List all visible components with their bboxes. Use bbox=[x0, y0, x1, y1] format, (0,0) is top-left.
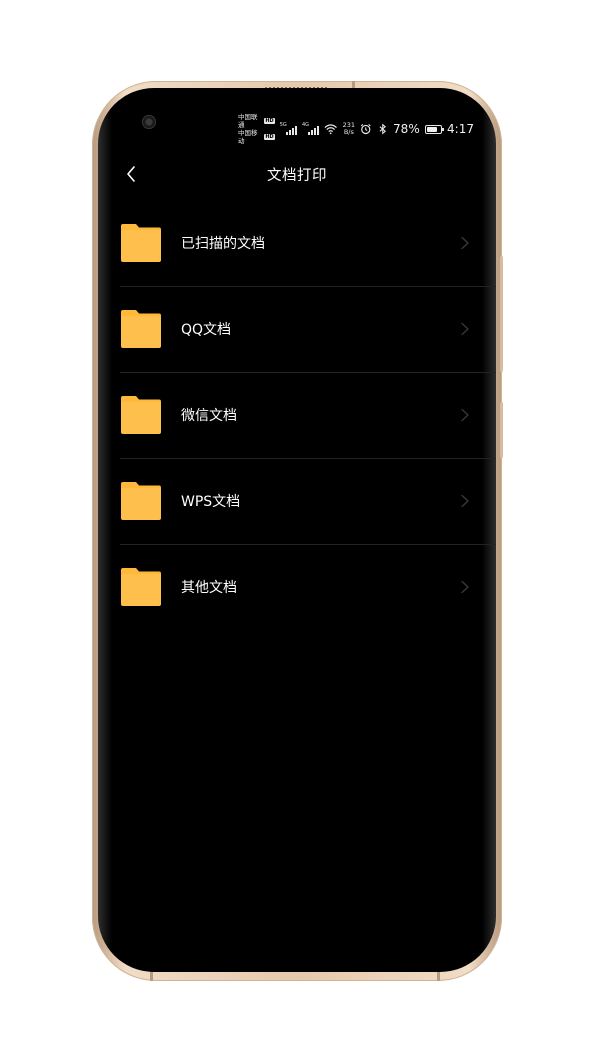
bluetooth-icon bbox=[379, 123, 386, 135]
network-speed: 231 B/s bbox=[343, 122, 355, 136]
battery-percent: 78% bbox=[393, 122, 420, 136]
folder-icon bbox=[121, 224, 161, 262]
chevron-right-icon bbox=[461, 236, 469, 250]
front-camera-icon bbox=[142, 115, 156, 129]
battery-nub bbox=[442, 127, 445, 131]
folder-icon bbox=[121, 310, 161, 348]
carrier-name: 中国联通 bbox=[237, 113, 258, 129]
hd-badge: HD bbox=[264, 134, 275, 140]
power-button bbox=[500, 402, 503, 458]
battery-fill bbox=[426, 126, 437, 132]
list-item-label: 微信文档 bbox=[181, 408, 237, 424]
chevron-right-icon bbox=[461, 494, 469, 508]
signal-5g-icon: 5G bbox=[280, 123, 297, 135]
carrier-name: 中国移动 bbox=[237, 129, 258, 145]
status-bar: 中国联通 HD 中国移动 HD 5G 4G 231 B/s 78% 4:17 bbox=[238, 113, 474, 145]
folder-icon bbox=[121, 568, 161, 606]
carrier-row: 中国联通 HD bbox=[238, 113, 275, 129]
page-title: 文档打印 bbox=[267, 168, 327, 184]
signal-4g-icon: 4G bbox=[302, 123, 320, 135]
chevron-right-icon bbox=[461, 408, 469, 422]
curved-edge-highlight bbox=[98, 88, 112, 972]
list-item[interactable]: WPS文档 bbox=[120, 458, 496, 544]
network-speed-unit: B/s bbox=[343, 128, 354, 136]
screen: 中国联通 HD 中国移动 HD 5G 4G 231 B/s 78% 4:17 文… bbox=[98, 88, 496, 972]
list-item[interactable]: QQ文档 bbox=[120, 286, 496, 372]
folder-icon bbox=[121, 396, 161, 434]
list-item-label: 已扫描的文档 bbox=[181, 236, 265, 252]
list-item-label: QQ文档 bbox=[181, 322, 232, 338]
volume-button bbox=[500, 256, 503, 372]
list-item-label: WPS文档 bbox=[181, 494, 241, 510]
battery-icon bbox=[424, 124, 445, 134]
carrier-info: 中国联通 HD 中国移动 HD bbox=[238, 113, 275, 145]
list-item[interactable]: 已扫描的文档 bbox=[120, 200, 496, 286]
wifi-icon bbox=[324, 124, 338, 135]
signal-bars bbox=[285, 126, 297, 135]
folder-icon bbox=[121, 482, 161, 520]
list-item[interactable]: 微信文档 bbox=[120, 372, 496, 458]
signal-bars bbox=[308, 126, 320, 135]
chevron-right-icon bbox=[461, 580, 469, 594]
device-mockup: 中国联通 HD 中国移动 HD 5G 4G 231 B/s 78% 4:17 文… bbox=[0, 0, 594, 1056]
carrier-row: 中国移动 HD bbox=[238, 129, 275, 145]
folder-list: 已扫描的文档 QQ文档 微信文档 WPS文档 其他文档 bbox=[120, 200, 496, 630]
list-item-label: 其他文档 bbox=[181, 580, 237, 596]
hd-badge: HD bbox=[264, 118, 275, 124]
clock: 4:17 bbox=[447, 122, 474, 136]
list-item[interactable]: 其他文档 bbox=[120, 544, 496, 630]
alarm-icon bbox=[360, 124, 371, 135]
chevron-right-icon bbox=[461, 322, 469, 336]
title-bar: 文档打印 bbox=[98, 156, 496, 192]
